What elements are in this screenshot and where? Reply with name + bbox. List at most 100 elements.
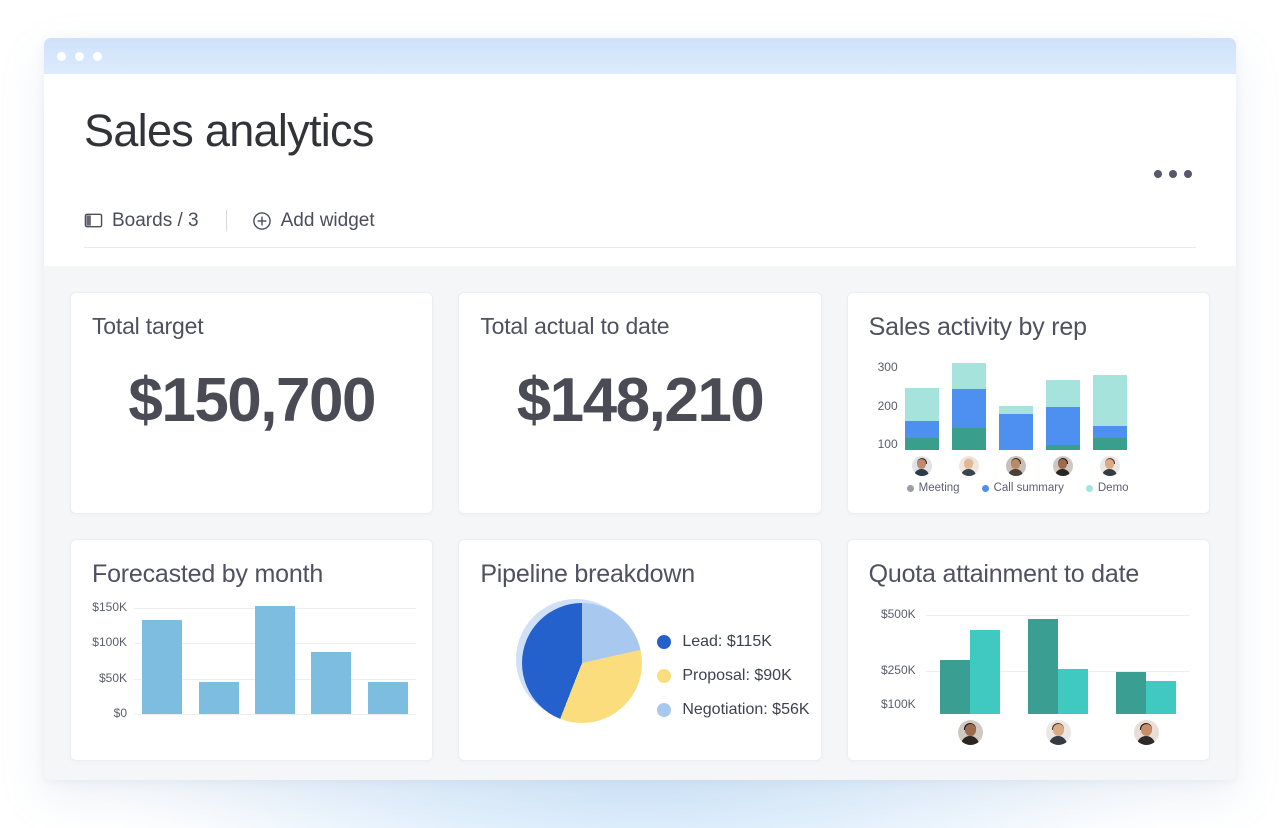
activity-avatar-row [912, 456, 1120, 476]
kebab-menu-icon[interactable] [1154, 170, 1192, 178]
avatar-face [1141, 724, 1152, 736]
rep-avatar-3 [1006, 456, 1026, 476]
pipeline-pie[interactable] [522, 603, 642, 723]
legend-item-call-summary[interactable]: Call summary [982, 482, 1064, 494]
y-axis-tick: $100K [854, 697, 916, 711]
segment-meeting [1093, 438, 1127, 450]
add-widget-label: Add widget [281, 210, 375, 232]
avatar-body [1102, 469, 1117, 476]
page-background: Sales analytics Boards / 3 [0, 0, 1280, 828]
legend-item-proposal[interactable]: Proposal: $90K [657, 667, 809, 685]
legend-item-demo[interactable]: Demo [1086, 482, 1129, 494]
dashboard-grid: Total target $150,700 Total actual to da… [44, 266, 1236, 761]
segment-demo [1046, 380, 1080, 407]
quota-avatar-3 [1134, 720, 1159, 745]
rep-avatar-5 [1100, 456, 1120, 476]
forecast-bar[interactable] [368, 682, 408, 714]
legend-label: Negotiation: $56K [682, 701, 809, 719]
y-axis-tick: $0 [75, 706, 127, 720]
card-title: Sales activity by rep [848, 293, 1209, 342]
segment-call-summary [1093, 426, 1127, 438]
window-dot-maximize[interactable] [93, 52, 102, 61]
total-actual-value: $148,210 [459, 365, 820, 436]
activity-bar[interactable] [999, 360, 1033, 450]
app-window: Sales analytics Boards / 3 [44, 38, 1236, 780]
legend-item-meeting[interactable]: Meeting [907, 482, 960, 494]
legend-label: Lead: $115K [682, 633, 772, 651]
quota-avatar-2 [1046, 720, 1071, 745]
activity-legend: Meeting Call summary Demo [907, 482, 1129, 494]
legend-item-lead[interactable]: Lead: $115K [657, 633, 809, 651]
avatar-body [961, 469, 976, 476]
legend-item-negotiation[interactable]: Negotiation: $56K [657, 701, 809, 719]
quota-bar-target[interactable] [1116, 672, 1146, 714]
forecast-bar[interactable] [311, 652, 351, 714]
rep-avatar-4 [1053, 456, 1073, 476]
avatar-body [1049, 736, 1068, 745]
activity-bar[interactable] [1093, 360, 1127, 450]
activity-bar[interactable] [1046, 360, 1080, 450]
gridline [134, 714, 416, 715]
quota-bar-target[interactable] [940, 660, 970, 714]
segment-call-summary [999, 414, 1033, 450]
legend-dot [907, 485, 914, 492]
page-title: Sales analytics [84, 106, 1196, 156]
card-forecasted[interactable]: Forecasted by month $150K$100K$50K$0 [70, 539, 433, 761]
card-sales-activity[interactable]: Sales activity by rep 300200100MeetingCa… [847, 292, 1210, 514]
kebab-dot [1169, 170, 1177, 178]
card-total-target[interactable]: Total target $150,700 [70, 292, 433, 514]
card-title: Pipeline breakdown [459, 540, 820, 589]
avatar-face [1058, 459, 1067, 468]
segment-call-summary [952, 389, 986, 428]
quota-bar-actual[interactable] [1146, 681, 1176, 714]
legend-dot [657, 635, 671, 649]
avatar-body [1055, 469, 1070, 476]
quota-bar-actual[interactable] [970, 630, 1000, 714]
segment-meeting [952, 428, 986, 450]
segment-meeting [1046, 445, 1080, 450]
activity-bar-group [905, 360, 1127, 450]
avatar-face [1053, 724, 1064, 736]
legend-dot [982, 485, 989, 492]
y-axis-tick: $150K [75, 600, 127, 614]
activity-bar[interactable] [905, 360, 939, 450]
avatar-body [1137, 736, 1156, 745]
pipeline-legend: Lead: $115K Proposal: $90K Negotiation: $5… [657, 633, 809, 735]
total-target-value: $150,700 [71, 365, 432, 436]
boards-button[interactable]: Boards / 3 [84, 210, 199, 232]
segment-demo [999, 406, 1033, 413]
y-axis-tick: $250K [854, 663, 916, 677]
y-axis-tick: $50K [75, 671, 127, 685]
rep-avatar-2 [959, 456, 979, 476]
quota-bar-actual[interactable] [1058, 669, 1088, 714]
boards-label: Boards / 3 [112, 210, 199, 232]
card-quota[interactable]: Quota attainment to date $500K $250K $100K [847, 539, 1210, 761]
gridline [926, 615, 1190, 616]
window-dot-close[interactable] [57, 52, 66, 61]
rep-avatar-1 [912, 456, 932, 476]
avatar-body [914, 469, 929, 476]
add-widget-button[interactable]: Add widget [252, 210, 375, 232]
y-axis-tick: 200 [856, 399, 898, 413]
avatar-face [1105, 459, 1114, 468]
card-title: Quota attainment to date [848, 540, 1209, 589]
forecast-bar[interactable] [199, 682, 239, 714]
boards-icon [84, 211, 103, 230]
card-pipeline[interactable]: Pipeline breakdown Lead: $115K Proposal: … [458, 539, 821, 761]
segment-call-summary [905, 421, 939, 438]
window-titlebar [44, 38, 1236, 74]
subbar-divider [226, 210, 227, 231]
legend-label: Demo [1098, 482, 1129, 494]
quota-bar-target[interactable] [1028, 619, 1058, 714]
window-dot-minimize[interactable] [75, 52, 84, 61]
card-total-actual[interactable]: Total actual to date $148,210 [458, 292, 821, 514]
forecast-bar[interactable] [255, 606, 295, 714]
avatar-face [1011, 459, 1020, 468]
activity-bar[interactable] [952, 360, 986, 450]
plus-circle-icon [252, 211, 272, 231]
y-axis-tick: $500K [854, 607, 916, 621]
legend-dot [657, 703, 671, 717]
avatar-face [964, 459, 973, 468]
forecast-bar[interactable] [142, 620, 182, 714]
legend-label: Proposal: $90K [682, 667, 791, 685]
